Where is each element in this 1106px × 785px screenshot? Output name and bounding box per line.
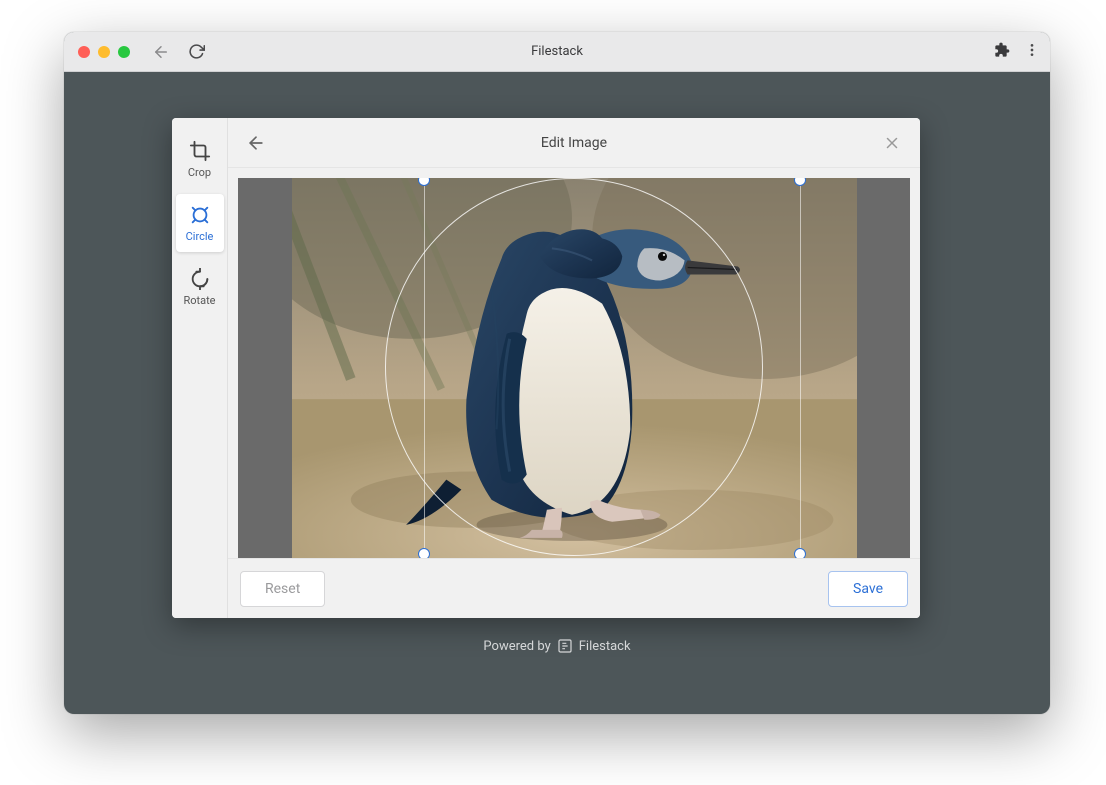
content-area: Crop Circle Rotate Edit Image xyxy=(64,72,1050,714)
powered-brand: Filestack xyxy=(579,639,631,654)
extensions-icon[interactable] xyxy=(994,42,1010,62)
image-editor: Crop Circle Rotate Edit Image xyxy=(172,118,920,618)
arrow-left-icon xyxy=(246,133,266,153)
close-button[interactable] xyxy=(878,129,906,157)
crop-icon xyxy=(189,140,211,162)
filestack-logo-icon xyxy=(557,638,573,654)
crop-guide-left xyxy=(424,178,425,558)
crop-handle-bottom-left[interactable] xyxy=(418,548,430,558)
window-controls xyxy=(64,46,130,58)
powered-by: Powered by Filestack xyxy=(112,638,1002,654)
save-button-label: Save xyxy=(853,581,883,597)
rotate-icon xyxy=(189,268,211,290)
tool-sidebar: Crop Circle Rotate xyxy=(172,118,228,618)
crop-handle-bottom-right[interactable] xyxy=(794,548,806,558)
back-arrow-icon[interactable] xyxy=(152,43,170,61)
close-icon xyxy=(883,134,901,152)
powered-prefix: Powered by xyxy=(483,639,550,654)
tool-circle-label: Circle xyxy=(186,230,214,243)
close-window-button[interactable] xyxy=(78,46,90,58)
penguin-image xyxy=(292,178,857,558)
canvas[interactable] xyxy=(238,178,910,558)
nav-buttons xyxy=(152,43,205,61)
editor-title: Edit Image xyxy=(228,135,920,151)
minimize-window-button[interactable] xyxy=(98,46,110,58)
circle-crop-icon xyxy=(189,204,211,226)
window-title: Filestack xyxy=(64,44,1050,59)
image-area[interactable] xyxy=(292,178,857,558)
maximize-window-button[interactable] xyxy=(118,46,130,58)
menu-dots-icon[interactable] xyxy=(1024,42,1040,62)
titlebar: Filestack xyxy=(64,32,1050,72)
tool-circle[interactable]: Circle xyxy=(176,194,224,252)
back-button[interactable] xyxy=(242,129,270,157)
browser-window: Filestack Crop Circle xyxy=(64,32,1050,714)
save-button[interactable]: Save xyxy=(828,571,908,607)
editor-header: Edit Image xyxy=(228,118,920,168)
reset-button-label: Reset xyxy=(265,581,300,597)
editor-footer: Reset Save xyxy=(228,558,920,618)
crop-guide-right xyxy=(800,178,801,558)
tool-rotate-label: Rotate xyxy=(183,294,215,307)
tool-crop-label: Crop xyxy=(188,166,211,179)
reset-button[interactable]: Reset xyxy=(240,571,325,607)
reload-icon[interactable] xyxy=(188,43,205,61)
canvas-wrap xyxy=(228,168,920,558)
tool-crop[interactable]: Crop xyxy=(176,130,224,188)
editor-main: Edit Image xyxy=(228,118,920,618)
tool-rotate[interactable]: Rotate xyxy=(176,258,224,316)
